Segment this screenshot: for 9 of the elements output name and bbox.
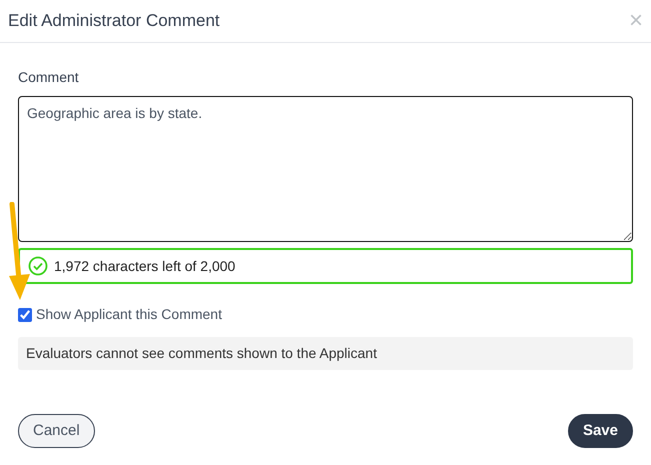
save-button[interactable]: Save: [568, 414, 633, 448]
cancel-button[interactable]: Cancel: [18, 414, 95, 448]
counter-text: 1,972 characters left of 2,000: [54, 256, 236, 276]
comment-label: Comment: [18, 68, 80, 87]
dialog-title: Edit Administrator Comment: [8, 10, 220, 32]
comment-field[interactable]: Geographic area is by state.: [18, 96, 633, 242]
show-applicant-checkbox[interactable]: [18, 308, 32, 322]
info-note: Evaluators cannot see comments shown to the Applicant: [18, 337, 633, 370]
checkbox-label: Show Applicant this Comment: [36, 305, 222, 324]
